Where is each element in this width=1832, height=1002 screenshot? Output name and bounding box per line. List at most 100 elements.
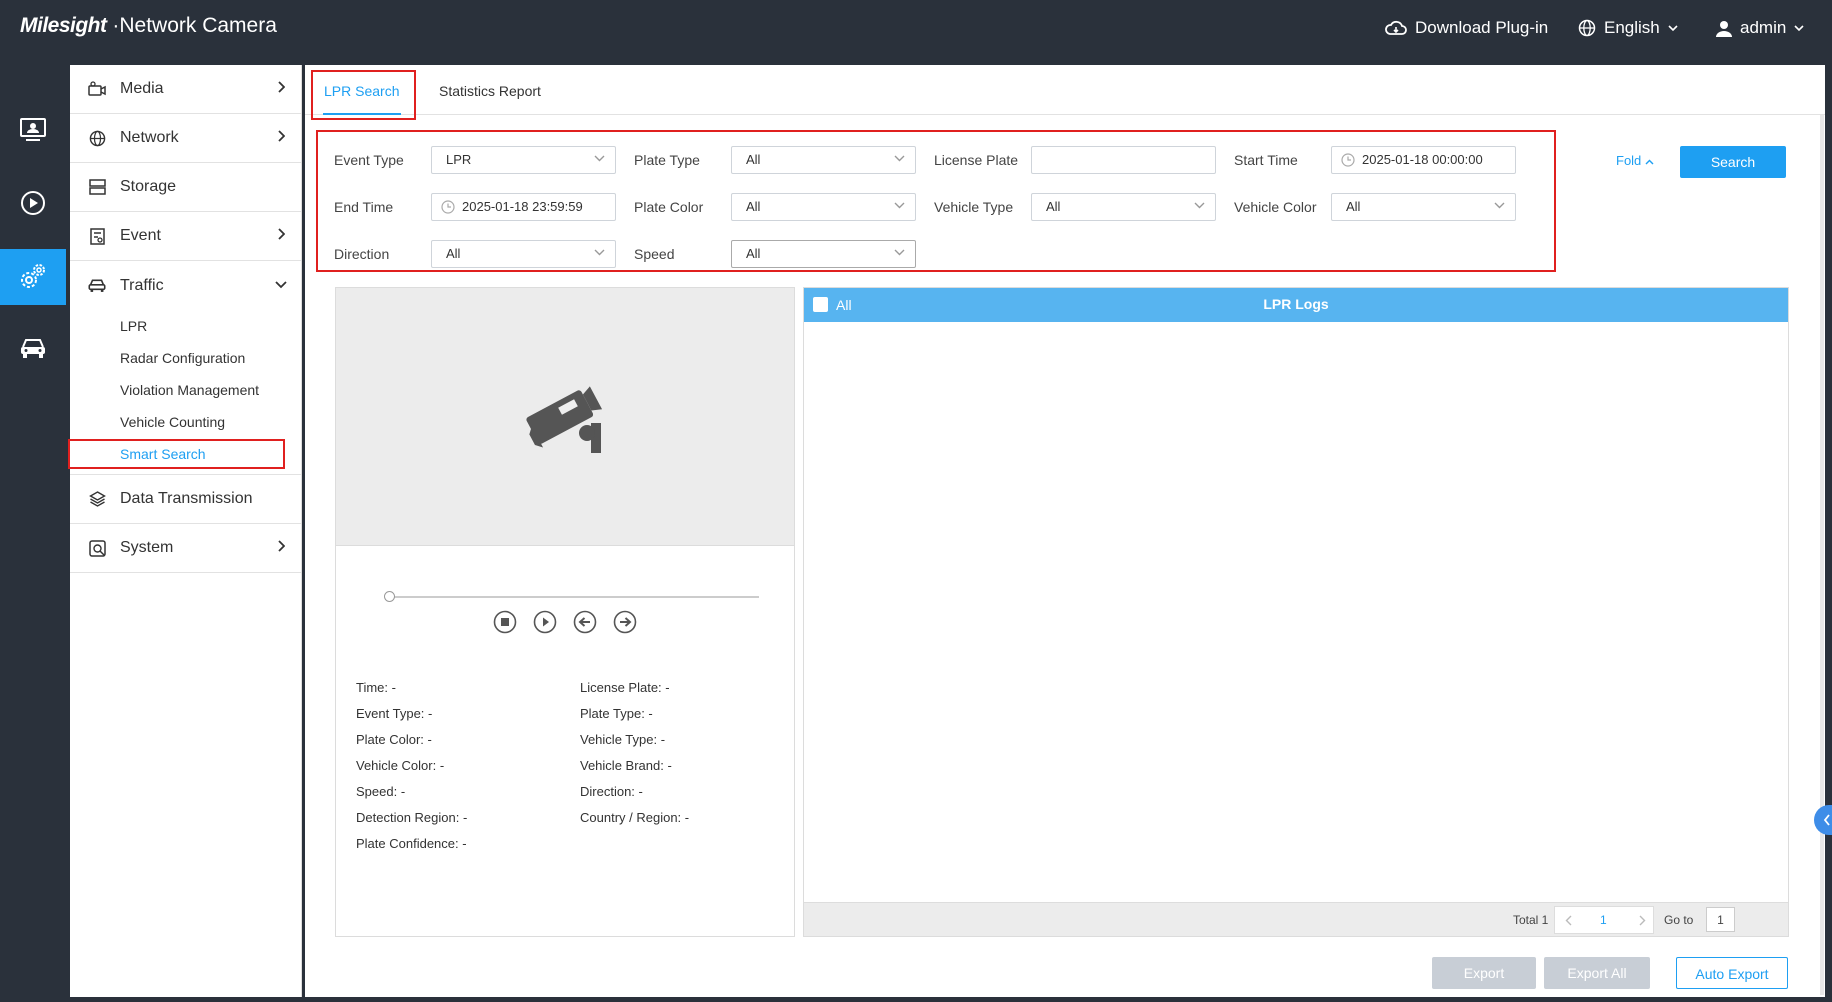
sidebar-sub-vehicle-counting[interactable]: Vehicle Counting xyxy=(70,406,301,438)
lpr-logs-header: All LPR Logs xyxy=(804,288,1788,322)
globe-icon xyxy=(88,129,106,147)
top-bar: Milesight ·Network Camera Download Plug-… xyxy=(0,0,1832,60)
previous-icon[interactable] xyxy=(573,610,597,634)
detail-vehicle-color: Vehicle Color: - xyxy=(356,758,445,773)
vertical-scrollbar[interactable] xyxy=(1820,115,1824,995)
plugin-cloud-icon xyxy=(1385,20,1407,35)
chevron-left-icon xyxy=(1823,814,1830,826)
layers-icon xyxy=(88,490,106,508)
settings-icon xyxy=(21,264,45,288)
live-view-icon xyxy=(20,118,46,141)
chevron-right-icon xyxy=(278,81,285,93)
highlight-filter-area xyxy=(316,130,1556,272)
play-icon[interactable] xyxy=(533,610,557,634)
chevron-down-icon xyxy=(1668,25,1678,32)
settings-button[interactable] xyxy=(0,249,66,305)
sidebar-item-data-transmission[interactable]: Data Transmission xyxy=(70,475,301,524)
globe-icon xyxy=(1578,19,1596,37)
download-plugin-link[interactable]: Download Plug-in xyxy=(1385,18,1548,38)
video-preview xyxy=(336,288,794,546)
pagination-bar: Total 1 1 Go to 1 xyxy=(804,902,1788,936)
product-name: Network Camera xyxy=(119,14,277,37)
preview-panel: Time: - Event Type: - Plate Color: - Veh… xyxy=(335,287,795,937)
goto-label: Go to xyxy=(1664,913,1694,927)
sidebar-item-network[interactable]: Network xyxy=(70,114,301,163)
language-label: English xyxy=(1604,18,1660,37)
sidebar-item-label: Network xyxy=(120,129,179,146)
detail-plate-type: Plate Type: - xyxy=(580,706,653,721)
chevron-up-icon xyxy=(1645,159,1654,165)
sidebar-item-event[interactable]: Event xyxy=(70,212,301,261)
brand-name: Milesight xyxy=(20,14,107,37)
sidebar-item-label: Storage xyxy=(120,178,177,195)
car-icon xyxy=(88,277,106,295)
sidebar-item-label: Traffic xyxy=(120,276,164,294)
total-count: Total 1 xyxy=(1513,913,1549,927)
chevron-right-icon xyxy=(278,130,285,142)
fold-toggle[interactable]: Fold xyxy=(1616,153,1654,168)
icon-navigation-bar xyxy=(0,60,66,1002)
live-view-button[interactable] xyxy=(0,102,66,158)
detail-vehicle-type: Vehicle Type: - xyxy=(580,732,666,747)
sidebar-sub-violation-management[interactable]: Violation Management xyxy=(70,374,301,406)
slider-knob[interactable] xyxy=(384,591,395,602)
lpr-logs-panel: All LPR Logs Total 1 1 Go to 1 xyxy=(803,287,1789,937)
search-button[interactable]: Search xyxy=(1680,146,1786,178)
auto-export-button[interactable]: Auto Export xyxy=(1676,957,1788,989)
chevron-right-icon xyxy=(278,228,285,240)
export-button[interactable]: Export xyxy=(1432,957,1536,989)
detail-plate-confidence: Plate Confidence: - xyxy=(356,836,467,851)
sidebar-item-system[interactable]: System xyxy=(70,524,301,573)
detail-event-type: Event Type: - xyxy=(356,706,433,721)
detail-license-plate: License Plate: - xyxy=(580,680,670,695)
system-icon xyxy=(88,539,106,557)
goto-page-input[interactable]: 1 xyxy=(1706,907,1735,932)
app-logo: Milesight ·Network Camera xyxy=(20,14,277,37)
vehicle-icon xyxy=(21,339,45,358)
chevron-down-icon xyxy=(275,281,287,289)
playback-button[interactable] xyxy=(0,175,66,231)
highlight-smart-search xyxy=(68,439,285,469)
event-icon xyxy=(88,227,106,245)
settings-sidebar: Media Network Storage Event Traffic LPR … xyxy=(70,65,302,997)
detail-time: Time: - xyxy=(356,680,396,695)
user-icon xyxy=(1716,20,1732,37)
user-name: admin xyxy=(1740,18,1787,37)
tab-statistics-report[interactable]: Statistics Report xyxy=(439,83,541,99)
sidebar-item-storage[interactable]: Storage xyxy=(70,163,301,212)
detail-speed: Speed: - xyxy=(356,784,406,799)
stop-icon[interactable] xyxy=(493,610,517,634)
sidebar-item-label: Event xyxy=(120,227,161,244)
sidebar-item-label: Data Transmission xyxy=(120,490,253,507)
export-all-button[interactable]: Export All xyxy=(1544,957,1650,989)
detail-country-region: Country / Region: - xyxy=(580,810,690,825)
sidebar-item-media[interactable]: Media xyxy=(70,65,301,114)
download-plugin-label: Download Plug-in xyxy=(1415,18,1549,37)
traffic-view-button[interactable] xyxy=(0,320,66,376)
next-icon[interactable] xyxy=(613,610,637,634)
storage-icon xyxy=(88,178,106,196)
sidebar-sub-radar-configuration[interactable]: Radar Configuration xyxy=(70,342,301,374)
camera-placeholder-icon xyxy=(526,386,603,453)
playback-slider[interactable] xyxy=(384,591,759,602)
sidebar-item-label: Media xyxy=(120,80,164,97)
sidebar-item-label: System xyxy=(120,539,174,556)
tab-bar: LPR Search Statistics Report xyxy=(305,65,1825,115)
detail-direction: Direction: - xyxy=(580,784,643,799)
highlight-lpr-search-tab xyxy=(311,70,416,120)
detail-plate-color: Plate Color: - xyxy=(356,732,432,747)
sidebar-sub-lpr[interactable]: LPR xyxy=(70,310,301,342)
detail-detection-region: Detection Region: - xyxy=(356,810,468,825)
user-menu[interactable]: admin xyxy=(1716,18,1804,38)
detail-vehicle-brand: Vehicle Brand: - xyxy=(580,758,672,773)
chevron-right-icon[interactable] xyxy=(1639,915,1646,926)
current-page[interactable]: 1 xyxy=(1600,913,1607,927)
chevron-down-icon xyxy=(1794,25,1804,32)
sidebar-item-traffic[interactable]: Traffic xyxy=(70,261,301,310)
playback-icon xyxy=(21,191,45,215)
chevron-right-icon xyxy=(278,540,285,552)
fold-label: Fold xyxy=(1616,153,1642,168)
chevron-left-icon[interactable] xyxy=(1565,915,1572,926)
language-selector[interactable]: English xyxy=(1578,18,1678,38)
lpr-logs-title: LPR Logs xyxy=(1263,296,1329,312)
